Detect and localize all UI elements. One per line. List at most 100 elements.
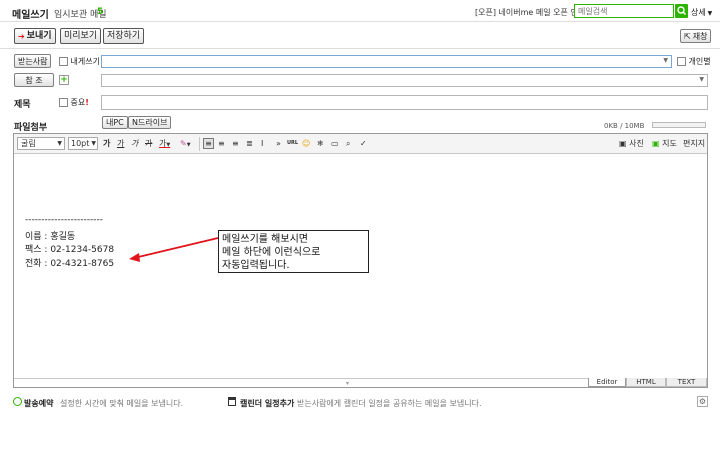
important-label: 중요: [70, 98, 86, 107]
annotation-line-3: 자동입력됩니다.: [222, 260, 290, 271]
italic-button[interactable]: 가: [131, 138, 138, 150]
tab-html-label: HTML: [636, 378, 656, 386]
personal-check[interactable]: [677, 57, 686, 66]
save-label: 저장하기: [107, 30, 141, 41]
attach-pc-label: 내PC: [106, 118, 124, 127]
reserve-button[interactable]: ⇱ 재창: [680, 29, 712, 43]
url-icon[interactable]: URL: [287, 138, 298, 150]
header-divider: [0, 21, 720, 22]
map-button[interactable]: ▣ 지도: [652, 138, 677, 150]
signature-divider[interactable]: ------------------------: [25, 215, 103, 225]
map-icon: ▣: [652, 139, 660, 148]
cc-button-label: 참 조: [25, 75, 43, 85]
chevron-down-icon: ▼: [57, 140, 62, 147]
search-field[interactable]: [575, 5, 671, 17]
draft-count[interactable]: 5: [97, 7, 103, 17]
chevron-down-icon[interactable]: ▼: [699, 76, 704, 83]
align-right-icon[interactable]: ≡: [232, 138, 239, 150]
clock-icon[interactable]: [13, 397, 22, 406]
to-button[interactable]: 받는사람: [14, 54, 52, 68]
search-button[interactable]: [675, 4, 688, 18]
personal-checkbox[interactable]: 개인별: [677, 56, 711, 67]
signature-phone[interactable]: 전화 : 02-4321-8765: [25, 256, 114, 269]
chevron-down-icon: ▼: [705, 10, 713, 17]
special-char-icon[interactable]: ❄: [317, 138, 324, 150]
search-icon: [677, 6, 686, 15]
bold-button[interactable]: 가: [103, 138, 110, 150]
calendar-desc: 받는사람에게 캘린더 일정을 공유하는 메일을 보냅니다.: [297, 399, 482, 408]
annotation-line-1: 메일쓰기를 해보시면: [222, 234, 308, 245]
detail-search-link[interactable]: 상세 ▼: [691, 7, 712, 18]
photo-button[interactable]: ▣ 사진: [619, 138, 644, 150]
detail-label: 상세: [691, 8, 706, 17]
tab-text-label: TEXT: [677, 378, 696, 386]
to-self-check[interactable]: [59, 57, 68, 66]
preview-label: 미리보기: [64, 30, 98, 41]
arrow-right-icon: ➔: [18, 31, 25, 41]
calendar-icon[interactable]: [228, 397, 236, 406]
align-left-icon[interactable]: ≡: [203, 138, 214, 149]
highlight-button[interactable]: ✎▼: [180, 138, 191, 150]
send-label: 보내기: [26, 30, 52, 41]
save-button[interactable]: 저장하기: [103, 28, 145, 44]
align-justify-icon[interactable]: ≣: [246, 138, 253, 150]
search-input[interactable]: [574, 4, 674, 18]
cc-button[interactable]: 참 조: [14, 73, 54, 87]
calendar-label[interactable]: 캘린더 일정추가: [240, 398, 294, 409]
map-label: 지도: [662, 139, 677, 148]
attach-label: 파일첨부: [14, 123, 48, 133]
tab-text[interactable]: TEXT: [666, 378, 707, 387]
text-icon[interactable]: Ⅰ: [261, 138, 263, 150]
spellcheck-icon[interactable]: ✓: [360, 138, 367, 150]
schedule-label[interactable]: 발송예약: [24, 398, 53, 409]
signature-name[interactable]: 이름 : 홍길동: [25, 229, 75, 242]
size-value: 10pt: [71, 139, 90, 148]
chevron-down-icon: ▼: [91, 140, 96, 147]
tab-html[interactable]: HTML: [626, 378, 666, 387]
tab-editor-label: Editor: [596, 378, 618, 386]
page-title: 메일쓰기: [12, 10, 49, 21]
tab-editor[interactable]: Editor: [588, 378, 626, 387]
attach-pc-button[interactable]: 내PC: [102, 116, 128, 129]
chevron-down-icon: ▼: [186, 142, 191, 148]
table-icon[interactable]: ▭: [331, 138, 339, 150]
notice-link[interactable]: [오픈] 네이버me 메일 오픈 안내: [475, 7, 585, 18]
external-icon: ⇱: [684, 31, 691, 41]
resize-handle[interactable]: ▾: [346, 380, 349, 387]
attach-ndrive-label: N드라이브: [132, 118, 168, 127]
settings-icon[interactable]: ⚙: [697, 396, 708, 407]
chevron-down-icon[interactable]: ▼: [663, 57, 668, 64]
preview-button[interactable]: 미리보기: [60, 28, 102, 44]
annotation-line-2: 메일 하단에 이런식으로: [222, 247, 321, 258]
to-self-checkbox[interactable]: 내게쓰기: [59, 56, 100, 67]
subject-label: 제목: [14, 100, 31, 110]
to-input[interactable]: ▼: [101, 55, 672, 68]
search-icon[interactable]: ⌕: [346, 138, 350, 150]
important-checkbox[interactable]: 중요!: [59, 97, 89, 108]
chevron-down-icon: ▼: [166, 142, 171, 148]
align-center-icon[interactable]: ≡: [218, 138, 225, 150]
font-color-button[interactable]: 가▼: [159, 138, 170, 150]
attach-ndrive-button[interactable]: N드라이브: [128, 116, 172, 129]
size-select[interactable]: 10pt ▼: [68, 137, 98, 150]
personal-label: 개인별: [688, 57, 711, 66]
signature-fax[interactable]: 팩스 : 02-1234-5678: [25, 242, 114, 255]
important-mark: !: [85, 98, 89, 107]
stationery-button[interactable]: 편지지: [683, 138, 705, 150]
font-select[interactable]: 굴림 ▼: [17, 137, 65, 150]
annotation-arrow: [129, 237, 219, 262]
important-check[interactable]: [59, 98, 68, 107]
underline-button[interactable]: 가: [117, 138, 124, 150]
more-icon[interactable]: »: [276, 138, 281, 150]
add-cc-icon[interactable]: +: [59, 75, 69, 85]
cc-input[interactable]: ▼: [101, 74, 708, 87]
emoticon-icon[interactable]: ☺: [302, 138, 310, 150]
toolbar-divider: [0, 48, 720, 49]
to-self-label: 내게쓰기: [70, 57, 100, 66]
to-button-label: 받는사람: [18, 56, 48, 66]
annotation-box: 메일쓰기를 해보시면 메일 하단에 이런식으로 자동입력됩니다.: [218, 230, 369, 273]
subject-input[interactable]: [101, 95, 708, 110]
strike-button[interactable]: 가: [145, 138, 152, 150]
reserve-label: 재창: [692, 31, 708, 41]
send-button[interactable]: ➔ 보내기: [14, 28, 56, 44]
